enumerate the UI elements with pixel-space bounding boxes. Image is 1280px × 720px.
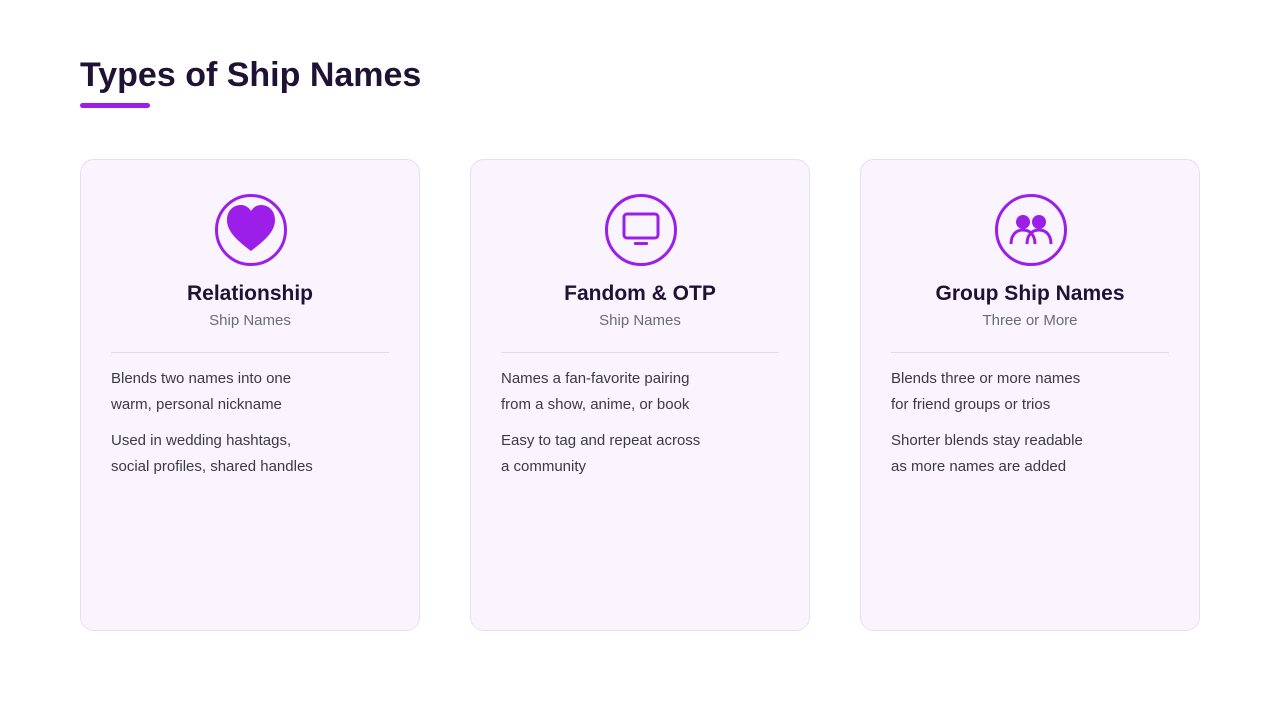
group-icon (995, 194, 1067, 266)
slide: Types of Ship Names Relationship Ship Na… (0, 0, 1280, 720)
card-text-line: Easy to tag and repeat across (501, 432, 701, 449)
heart-icon (215, 194, 287, 266)
card-divider (891, 352, 1169, 353)
card-text-line: a community (501, 458, 587, 475)
card-relationship: Relationship Ship Names Blends two names… (80, 159, 420, 631)
card-subtitle: Ship Names (599, 312, 681, 329)
card-paragraph: Blends two names into one warm, personal… (111, 366, 389, 418)
card-body: Blends three or more names for friend gr… (891, 366, 1169, 490)
card-text-line: as more names are added (891, 458, 1067, 475)
card-subtitle: Three or More (982, 312, 1078, 329)
card-paragraph: Names a fan-favorite pairing from a show… (501, 366, 779, 418)
card-text-line: Used in wedding hashtags, (111, 432, 292, 449)
card-divider (501, 352, 779, 353)
card-text-line: Blends two names into one (111, 370, 292, 387)
card-text-line: for friend groups or trios (891, 396, 1051, 413)
title-underline (80, 103, 150, 108)
card-text-line: from a show, anime, or book (501, 396, 690, 413)
card-subtitle: Ship Names (209, 312, 291, 329)
card-title: Group Ship Names (935, 282, 1125, 305)
tv-icon (605, 194, 677, 266)
card-text-line: Blends three or more names (891, 370, 1081, 387)
card-paragraph: Easy to tag and repeat across a communit… (501, 428, 779, 480)
card-group: Group Ship Names Three or More Blends th… (860, 159, 1200, 631)
card-fandom: Fandom & OTP Ship Names Names a fan-favo… (470, 159, 810, 631)
card-paragraph: Blends three or more names for friend gr… (891, 366, 1169, 418)
card-text-line: social profiles, shared handles (111, 458, 313, 475)
card-title: Relationship (186, 282, 313, 305)
page-title: Types of Ship Names (80, 56, 422, 94)
card-text-line: Shorter blends stay readable (891, 432, 1083, 449)
card-paragraph: Used in wedding hashtags, social profile… (111, 428, 389, 480)
card-body: Blends two names into one warm, personal… (111, 366, 389, 490)
card-text-line: Names a fan-favorite pairing (501, 370, 690, 387)
card-paragraph: Shorter blends stay readable as more nam… (891, 428, 1169, 480)
cards-row: Relationship Ship Names Blends two names… (80, 159, 1200, 631)
card-title: Fandom & OTP (564, 282, 716, 305)
card-divider (111, 352, 389, 353)
card-body: Names a fan-favorite pairing from a show… (501, 366, 779, 490)
card-text-line: warm, personal nickname (111, 396, 282, 413)
